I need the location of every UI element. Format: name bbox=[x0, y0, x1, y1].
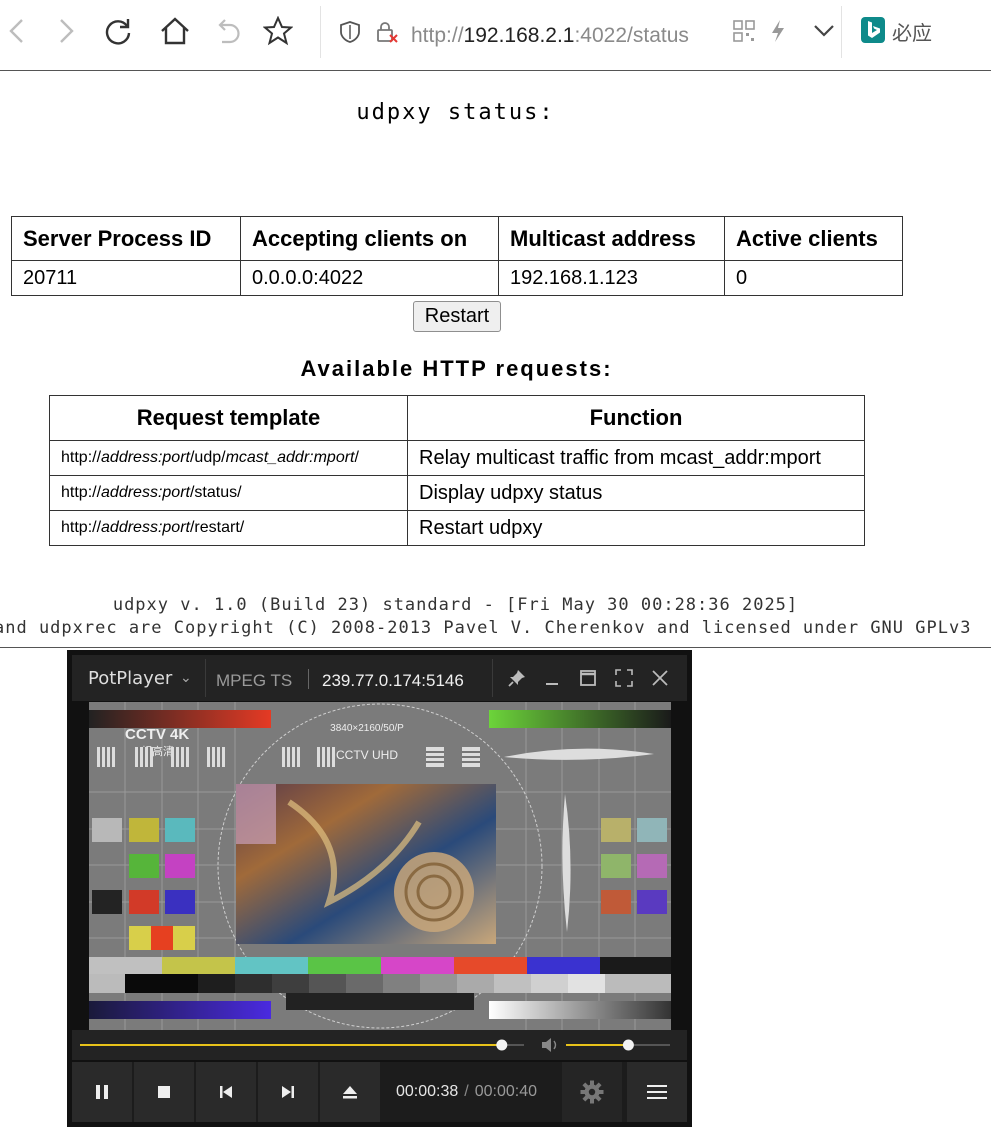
copyright-line: and udpxrec are Copyright (C) 2008-2013 … bbox=[0, 618, 972, 638]
titlebar-separator bbox=[205, 659, 206, 697]
header-request-template: Request template bbox=[49, 395, 408, 441]
maximize-icon[interactable] bbox=[573, 663, 603, 693]
requests-title: Available HTTP requests: bbox=[300, 356, 613, 381]
version-line: udpxy v. 1.0 (Build 23) standard - [Fri … bbox=[112, 595, 799, 615]
skip-back-icon bbox=[220, 1086, 232, 1098]
request-template: http://address:port/status/ bbox=[49, 475, 408, 511]
header-server-pid: Server Process ID bbox=[11, 216, 241, 261]
request-template: http://address:port/udp/mcast_addr:mport… bbox=[49, 440, 408, 476]
stream-address: 239.77.0.174:5146 bbox=[322, 671, 464, 690]
stream-format: MPEG TS bbox=[216, 671, 293, 690]
next-button[interactable] bbox=[258, 1062, 318, 1122]
duration: 00:00:40 bbox=[474, 1083, 538, 1100]
menu-button[interactable] bbox=[627, 1062, 687, 1122]
requests-header-row: Request template Function bbox=[49, 395, 865, 441]
lightning-icon[interactable] bbox=[770, 19, 786, 48]
player-titlebar[interactable]: PotPlayer ⌄ MPEG TS 239.77.0.174:5146 bbox=[72, 655, 687, 701]
active-clients-count: 0 bbox=[724, 260, 903, 296]
resolution-label: 3840×2160/50/P bbox=[330, 723, 404, 734]
header-function: Function bbox=[407, 395, 865, 441]
settings-button[interactable] bbox=[562, 1062, 622, 1122]
stop-button[interactable] bbox=[134, 1062, 194, 1122]
seek-bar[interactable] bbox=[72, 1030, 687, 1060]
current-time: 00:00:38 bbox=[396, 1083, 459, 1100]
request-function: Display udpxy status bbox=[407, 475, 865, 511]
requests-table: Request template Function http://address… bbox=[49, 395, 865, 546]
gear-icon bbox=[580, 1080, 604, 1104]
potplayer-window[interactable]: PotPlayer ⌄ MPEG TS 239.77.0.174:5146 38… bbox=[67, 650, 692, 1127]
request-function: Relay multicast traffic from mcast_addr:… bbox=[407, 440, 865, 476]
eject-button[interactable] bbox=[320, 1062, 380, 1122]
header-accepting: Accepting clients on bbox=[240, 216, 499, 261]
eject-icon bbox=[343, 1086, 357, 1099]
close-icon[interactable] bbox=[645, 663, 675, 693]
multicast-address: 192.168.1.123 bbox=[498, 260, 725, 296]
status-row: 20711 0.0.0.0:4022 192.168.1.123 0 bbox=[11, 260, 903, 296]
minimize-icon[interactable] bbox=[537, 663, 567, 693]
chevron-down-icon[interactable]: ⌄ bbox=[180, 669, 192, 686]
player-brand[interactable]: PotPlayer bbox=[88, 668, 172, 689]
fullscreen-icon[interactable] bbox=[609, 663, 639, 693]
back-icon[interactable] bbox=[0, 14, 34, 48]
table-row: http://address:port/udp/mcast_addr:mport… bbox=[49, 440, 865, 476]
channel-logo: CCTV 4K bbox=[125, 726, 189, 743]
bing-icon[interactable] bbox=[861, 17, 885, 48]
toolbar-divider bbox=[0, 70, 991, 71]
previous-button[interactable] bbox=[196, 1062, 256, 1122]
header-active-clients: Active clients bbox=[724, 216, 903, 261]
titlebar-separator bbox=[308, 669, 309, 689]
time-display: 00:00:38/00:00:40 bbox=[396, 1083, 538, 1100]
table-row: http://address:port/restart/ Restart udp… bbox=[49, 510, 865, 546]
request-function: Restart udpxy bbox=[407, 510, 865, 546]
home-icon[interactable] bbox=[158, 14, 192, 48]
pause-icon bbox=[96, 1085, 108, 1099]
volume-icon[interactable] bbox=[542, 1038, 557, 1052]
skip-forward-icon bbox=[282, 1086, 294, 1098]
header-multicast: Multicast address bbox=[498, 216, 725, 261]
chevron-down-icon[interactable] bbox=[813, 24, 835, 43]
forward-icon[interactable] bbox=[49, 14, 83, 48]
pin-icon[interactable] bbox=[502, 663, 532, 693]
reload-icon[interactable] bbox=[101, 14, 135, 48]
request-template: http://address:port/restart/ bbox=[49, 510, 408, 546]
bing-label[interactable]: 必应 bbox=[892, 17, 932, 46]
page-divider bbox=[0, 647, 991, 648]
qr-icon[interactable] bbox=[733, 20, 755, 47]
accepting-address: 0.0.0.0:4022 bbox=[240, 260, 499, 296]
seek-handle[interactable] bbox=[496, 1039, 508, 1051]
status-header-row: Server Process ID Accepting clients on M… bbox=[11, 216, 903, 261]
page-title: udpxy status: bbox=[356, 100, 555, 125]
star-icon[interactable] bbox=[261, 14, 295, 48]
titlebar-separator bbox=[492, 659, 493, 697]
player-controls: 00:00:38/00:00:40 bbox=[72, 1062, 687, 1122]
volume-handle[interactable] bbox=[622, 1039, 634, 1051]
table-row: http://address:port/status/ Display udpx… bbox=[49, 475, 865, 511]
undo-icon[interactable] bbox=[211, 14, 245, 48]
url-text[interactable]: http://192.168.2.1:4022/status bbox=[411, 24, 689, 48]
restart-button[interactable]: Restart bbox=[413, 301, 501, 332]
server-pid: 20711 bbox=[11, 260, 241, 296]
video-frame[interactable]: 3840×2160/50/P CCTV UHD CCTV 4K 超高清 bbox=[89, 702, 671, 1030]
insecure-lock-icon[interactable] bbox=[375, 20, 399, 49]
hamburger-icon bbox=[647, 1085, 667, 1099]
shield-icon[interactable] bbox=[339, 20, 361, 49]
status-table: Server Process ID Accepting clients on M… bbox=[11, 216, 903, 296]
test-card-image: 3840×2160/50/P CCTV UHD CCTV 4K 超高清 bbox=[89, 702, 671, 1030]
address-bar[interactable]: http://192.168.2.1:4022/status bbox=[320, 6, 842, 58]
uhd-label: CCTV UHD bbox=[336, 748, 398, 762]
seek-bar-area bbox=[72, 1030, 687, 1060]
browser-toolbar: http://192.168.2.1:4022/status 必应 bbox=[0, 0, 991, 64]
pause-button[interactable] bbox=[72, 1062, 132, 1122]
stop-icon bbox=[158, 1086, 170, 1098]
